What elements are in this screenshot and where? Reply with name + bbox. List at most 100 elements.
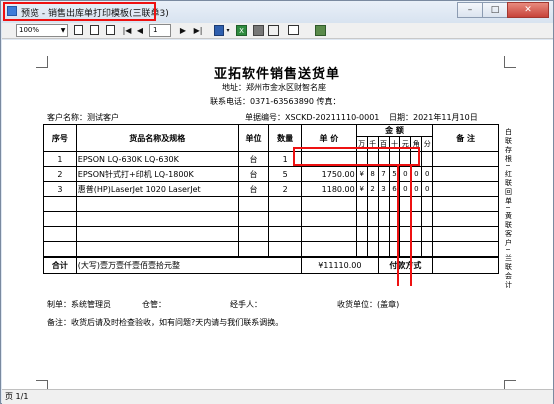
- header-digit: 角: [410, 136, 423, 152]
- total-label: 合计: [43, 256, 77, 274]
- cell-digit: ¥: [355, 181, 368, 197]
- header-amount: 金 额: [355, 124, 434, 137]
- excel-icon[interactable]: X: [236, 25, 247, 36]
- footer-maker: 制单：系统管理员: [47, 300, 111, 309]
- last-page-icon[interactable]: ▶|: [193, 25, 203, 36]
- cell-name: 惠普(HP)LaserJet 1020 LaserJet: [75, 181, 239, 197]
- header-digit: 元: [399, 136, 412, 152]
- print-icon[interactable]: [253, 25, 264, 36]
- table-row: 1 EPSON LQ-630K LQ-630K 台 1: [43, 151, 499, 167]
- cell-digit: 6: [388, 181, 401, 197]
- cell-digit: 0: [399, 181, 412, 197]
- header-digit: 千: [366, 136, 379, 152]
- cell-digit: 2: [366, 181, 379, 197]
- side-label: 白联存根: [505, 128, 512, 163]
- first-page-icon[interactable]: |◀: [122, 25, 132, 36]
- total-row: 合计 (大写)壹万壹仟壹佰壹拾元整 ¥11110.00 付款方式: [43, 256, 499, 274]
- cell-remark: [432, 166, 499, 182]
- footer-warehouse: 仓管：: [142, 300, 166, 309]
- title-bar[interactable]: 预览 - 销售出库单打印模板(三联单3) – □ ✕: [1, 1, 553, 23]
- page-width-icon[interactable]: [74, 25, 83, 35]
- title-highlight-box: [3, 2, 156, 21]
- cell-digit: 0: [421, 181, 434, 197]
- next-page-icon[interactable]: ▶: [179, 25, 187, 36]
- cell-digit: [410, 151, 423, 167]
- cell-digit: 0: [410, 166, 423, 182]
- cell-qty: 5: [268, 166, 303, 182]
- minimize-button[interactable]: –: [457, 2, 483, 18]
- table-row-empty: [43, 196, 499, 212]
- stop-icon[interactable]: [288, 25, 299, 35]
- cell-digit: 0: [421, 166, 434, 182]
- payment-value: [432, 256, 499, 274]
- prev-page-icon[interactable]: ◀: [136, 25, 144, 36]
- save-icon[interactable]: [214, 25, 224, 36]
- header-digit: 百: [377, 136, 390, 152]
- footer-handler: 经手人：: [230, 300, 262, 309]
- chevron-down-icon[interactable]: ▾: [225, 25, 231, 36]
- document-number: 单据编号：XSCKD-20211110-0001: [245, 113, 380, 122]
- header-remark: 备 注: [432, 124, 499, 152]
- document-note: 备注：收货后请及时检查验收，如有问题?天内请与我们联系调换。: [47, 318, 284, 327]
- header-unit: 单位: [237, 124, 270, 152]
- cell-qty: 1: [268, 151, 303, 167]
- whole-page-icon[interactable]: [106, 25, 115, 35]
- company-address: 地址：郑州市金水区财智名座: [222, 83, 326, 92]
- document-date: 日期：2021年11月10日: [389, 113, 478, 122]
- side-label: 红联回单: [505, 170, 512, 205]
- table-row-empty: [43, 241, 499, 258]
- table-row-empty: [43, 211, 499, 227]
- maximize-button[interactable]: □: [482, 2, 508, 18]
- cell-digit: [377, 151, 390, 167]
- side-label: 兰联会计: [505, 254, 512, 289]
- print-setup-icon[interactable]: [268, 25, 279, 36]
- cell-price: [301, 151, 357, 167]
- header-name: 货品名称及规格: [75, 124, 239, 152]
- cell-unit: 台: [237, 166, 270, 182]
- side-label: 黄联客户: [505, 212, 512, 247]
- total-amount: ¥11110.00: [301, 256, 379, 274]
- close-button[interactable]: ✕: [507, 2, 549, 18]
- cell-remark: [432, 151, 499, 167]
- cell-digit: [366, 151, 379, 167]
- cell-digit: ¥: [355, 166, 368, 182]
- status-bar: 页 1/1: [2, 389, 553, 404]
- exit-icon[interactable]: [315, 25, 326, 36]
- header-digit: 十: [388, 136, 401, 152]
- header-price: 单 价: [301, 124, 357, 152]
- page-input[interactable]: 1: [149, 24, 171, 37]
- cell-remark: [432, 181, 499, 197]
- table-row: 3 惠普(HP)LaserJet 1020 LaserJet 台 2 1180.…: [43, 181, 499, 197]
- cell-digit: [388, 151, 401, 167]
- cell-name: EPSON针式打+印机 LQ-1800K: [75, 166, 239, 182]
- cell-digit: 7: [377, 166, 390, 182]
- table-row-empty: [43, 226, 499, 242]
- cell-unit: 台: [237, 151, 270, 167]
- side-separator: [506, 249, 510, 250]
- two-page-icon[interactable]: [90, 25, 99, 35]
- preview-toolbar: 100% ▼ |◀ ◀ 1 ▶ ▶| ▾ X: [2, 23, 553, 39]
- side-separator: [506, 207, 510, 208]
- header-digit: 分: [421, 136, 434, 152]
- cell-unit: 台: [237, 181, 270, 197]
- table-row: 2 EPSON针式打+印机 LQ-1800K 台 5 1750.00 ¥ 8 7…: [43, 166, 499, 182]
- total-in-words: (大写)壹万壹仟壹佰壹拾元整: [75, 256, 303, 274]
- cell-digit: [399, 151, 412, 167]
- cell-digit: [421, 151, 434, 167]
- items-table: 序号 货品名称及规格 单位 数量 单 价 金 额 备 注 万 千 百 十 元 角…: [43, 124, 499, 274]
- chevron-down-icon[interactable]: ▼: [58, 24, 68, 37]
- cell-price: 1750.00: [301, 166, 357, 182]
- header-qty: 数量: [268, 124, 303, 152]
- footer-receiver: 收货单位：(盖章): [337, 300, 400, 309]
- header-digit: 万: [355, 136, 368, 152]
- payment-label: 付款方式: [377, 256, 434, 274]
- cell-name: EPSON LQ-630K LQ-630K: [75, 151, 239, 167]
- side-separator: [506, 165, 510, 166]
- customer-name: 客户名称：测试客户: [47, 113, 119, 122]
- company-phone: 联系电话：0371-63563890 传真：: [210, 97, 341, 106]
- header-seq: 序号: [43, 124, 77, 152]
- cell-digit: 8: [366, 166, 379, 182]
- cell-digit: [355, 151, 368, 167]
- cell-seq: 1: [43, 151, 77, 167]
- cell-price: 1180.00: [301, 181, 357, 197]
